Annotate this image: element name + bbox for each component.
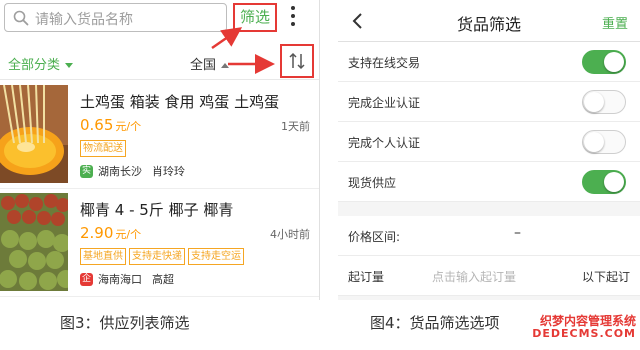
toggle-knob bbox=[604, 172, 624, 192]
page-title: 货品筛选 bbox=[456, 15, 521, 34]
item-time: 4小时前 bbox=[270, 228, 310, 241]
seller-name: 肖玲玲 bbox=[152, 165, 185, 178]
item-title: 土鸡蛋 箱装 食用 鸡蛋 土鸡蛋 bbox=[80, 93, 280, 111]
tag-badge: 基地直供 bbox=[80, 248, 126, 265]
search-bar: 请输入货品名称 筛选 bbox=[0, 0, 319, 38]
toggle-switch[interactable] bbox=[582, 130, 626, 154]
figure-caption-left: 图3：供应列表筛选 bbox=[60, 314, 190, 332]
search-input[interactable]: 请输入货品名称 bbox=[4, 3, 227, 32]
coconut-product-image bbox=[0, 193, 68, 291]
price-value: 0.65 bbox=[80, 116, 114, 134]
option-label: 完成个人认证 bbox=[348, 136, 421, 150]
region-label: 全国 bbox=[190, 58, 217, 73]
item-title: 椰青 4 - 5斤 椰子 椰青 bbox=[80, 201, 234, 219]
seller-info: 实 湖南长沙 肖玲玲 bbox=[80, 163, 185, 179]
seller-info: 企 海南海口 高超 bbox=[80, 271, 174, 287]
toggle-knob bbox=[584, 92, 604, 112]
option-label: 支持在线交易 bbox=[348, 56, 421, 70]
price-unit: 元/个 bbox=[115, 228, 142, 241]
tag-badge: 支持走空运 bbox=[188, 248, 244, 265]
list-item[interactable]: 椰青 4 - 5斤 椰子 椰青 2.90 元/个 4小时前 基地直供 支持走快递 … bbox=[0, 193, 319, 297]
item-price: 2.90 元/个 bbox=[80, 224, 141, 242]
dropdown-arrow-icon bbox=[65, 63, 74, 68]
moq-label: 起订量 bbox=[348, 270, 385, 284]
sort-bar: 全部分类 全国 bbox=[0, 44, 319, 80]
category-label: 全部分类 bbox=[8, 58, 61, 73]
region-dropdown[interactable]: 全国 bbox=[190, 54, 230, 73]
reset-button[interactable]: 重置 bbox=[602, 13, 628, 32]
filter-header: 货品筛选 重置 bbox=[338, 0, 640, 42]
item-time: 1天前 bbox=[281, 120, 310, 133]
list-item[interactable]: 土鸡蛋 箱装 食用 鸡蛋 土鸡蛋 0.65 元/个 1天前 物流配送 实 湖南长沙… bbox=[0, 85, 319, 189]
tag-badge: 物流配送 bbox=[80, 140, 126, 157]
egg-product-image bbox=[0, 85, 68, 183]
price-range-separator: – bbox=[514, 225, 521, 241]
option-row-personal-cert: 完成个人认证 bbox=[338, 122, 640, 162]
seller-location: 海南海口 bbox=[98, 273, 142, 286]
supply-list-screen: 请输入货品名称 筛选 全部分类 全国 土鸡蛋 箱装 食用 鸡蛋 土鸡蛋 0.65… bbox=[0, 0, 320, 300]
seller-location: 湖南长沙 bbox=[98, 165, 142, 178]
search-icon bbox=[13, 10, 29, 26]
option-label: 现货供应 bbox=[348, 176, 397, 190]
filter-options-screen: 货品筛选 重置 支持在线交易 完成企业认证 完成个人认证 现货供应 价格区间: … bbox=[338, 0, 640, 300]
moq-input[interactable]: 点击输入起订量 bbox=[432, 268, 516, 285]
category-dropdown[interactable]: 全部分类 bbox=[8, 54, 74, 73]
toggle-switch[interactable] bbox=[582, 170, 626, 194]
price-unit: 元/个 bbox=[115, 120, 142, 133]
option-row-in-stock: 现货供应 bbox=[338, 162, 640, 202]
seller-name: 高超 bbox=[152, 273, 174, 286]
item-price: 0.65 元/个 bbox=[80, 116, 141, 134]
option-row-online-trade: 支持在线交易 bbox=[338, 42, 640, 82]
toggle-knob bbox=[604, 52, 624, 72]
toggle-switch[interactable] bbox=[582, 90, 626, 114]
toggle-knob bbox=[584, 132, 604, 152]
sort-arrows-icon bbox=[289, 52, 305, 70]
watermark-url: DEDECMS.COM bbox=[532, 327, 636, 340]
item-tags: 物流配送 bbox=[80, 140, 126, 157]
moq-row: 起订量 点击输入起订量 以下起订 bbox=[338, 256, 640, 296]
figure-caption-right: 图4：货品筛选选项 bbox=[370, 314, 500, 332]
dropdown-arrow-icon bbox=[221, 63, 230, 68]
option-label: 完成企业认证 bbox=[348, 96, 421, 110]
enterprise-badge: 企 bbox=[80, 272, 93, 286]
search-placeholder: 请输入货品名称 bbox=[35, 12, 133, 28]
more-menu-icon[interactable] bbox=[290, 6, 296, 30]
sort-button[interactable] bbox=[280, 44, 314, 78]
moq-suffix: 以下起订 bbox=[581, 270, 630, 284]
toggle-switch[interactable] bbox=[582, 50, 626, 74]
item-tags: 基地直供 支持走快递 支持走空运 bbox=[80, 248, 244, 265]
tag-badge: 支持走快递 bbox=[129, 248, 185, 265]
price-range-label: 价格区间: bbox=[348, 230, 401, 244]
filter-button[interactable]: 筛选 bbox=[233, 3, 277, 32]
option-row-enterprise-cert: 完成企业认证 bbox=[338, 82, 640, 122]
price-range-row: 价格区间: – bbox=[338, 216, 640, 256]
price-value: 2.90 bbox=[80, 224, 114, 242]
verified-badge: 实 bbox=[80, 164, 93, 178]
